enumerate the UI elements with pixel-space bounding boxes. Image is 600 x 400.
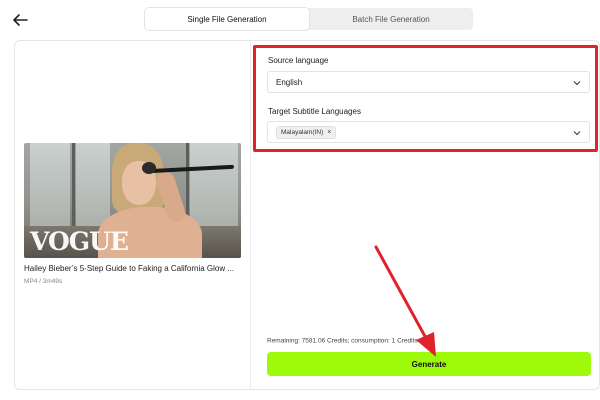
back-arrow-icon[interactable] xyxy=(10,10,30,30)
source-language-select[interactable]: English xyxy=(267,71,590,93)
close-icon[interactable]: × xyxy=(327,129,331,136)
vogue-watermark: VOGUE xyxy=(30,227,129,256)
info-icon[interactable]: i xyxy=(419,337,428,345)
generate-button[interactable]: Generate xyxy=(267,352,591,376)
generation-mode-tabs: Single File Generation Batch File Genera… xyxy=(145,8,473,30)
tab-batch-file-generation[interactable]: Batch File Generation xyxy=(309,8,473,30)
language-chip: Malayalam(IN) × xyxy=(276,125,337,139)
video-thumbnail[interactable]: VOGUE xyxy=(24,143,241,258)
video-preview-pane: VOGUE Hailey Bieber’s 5-Step Guide to Fa… xyxy=(15,41,251,389)
source-language-label: Source language xyxy=(268,56,329,65)
source-language-value: English xyxy=(276,77,303,87)
target-languages-select[interactable]: Malayalam(IN) × xyxy=(267,121,590,143)
language-chip-label: Malayalam(IN) xyxy=(281,128,324,136)
credits-remaining: Remaining: 7581.06 Credits; consumption:… xyxy=(267,337,428,345)
chevron-down-icon xyxy=(573,131,581,136)
chevron-down-icon xyxy=(573,81,581,86)
video-title: Hailey Bieber’s 5-Step Guide to Faking a… xyxy=(24,264,235,273)
credits-remaining-text: Remaining: 7581.06 Credits; consumption:… xyxy=(267,337,418,345)
video-meta: MP4 / 3m49s xyxy=(24,278,63,285)
tab-single-file-generation[interactable]: Single File Generation xyxy=(145,8,309,30)
target-languages-label: Target Subtitle Languages xyxy=(268,107,361,116)
